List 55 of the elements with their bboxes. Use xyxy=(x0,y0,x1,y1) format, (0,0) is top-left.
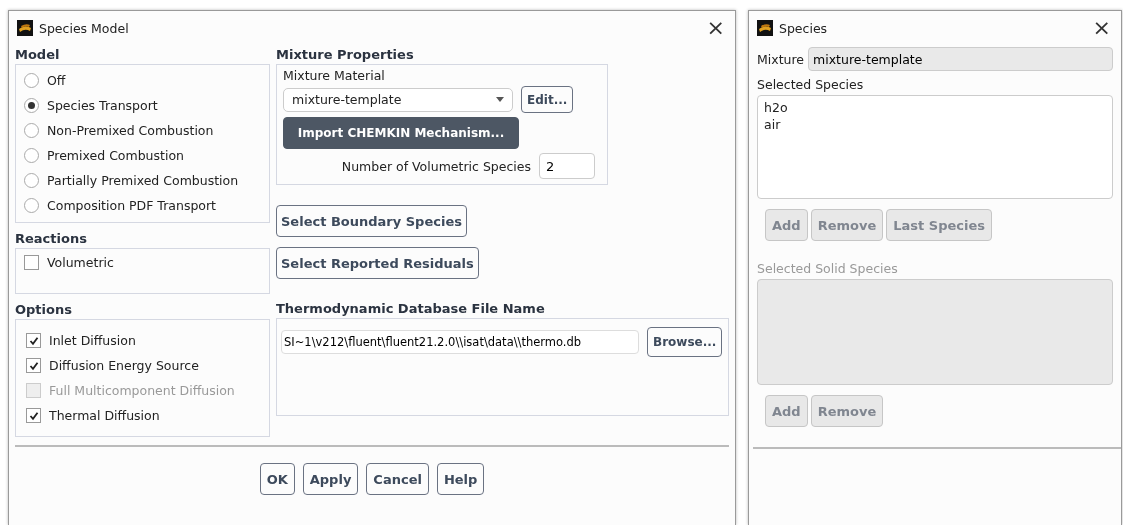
field-label: Mixture Material xyxy=(283,68,386,83)
field-label: Number of Volumetric Species xyxy=(341,158,531,174)
button[interactable]: Select Reported Residuals xyxy=(276,247,479,279)
radio-label: Premixed Combustion xyxy=(47,148,184,163)
radio-label: Off xyxy=(47,73,66,88)
radio-label: Species Transport xyxy=(47,98,158,113)
radio-label: Composition PDF Transport xyxy=(47,198,217,213)
button[interactable]: Select Boundary Species xyxy=(276,205,467,237)
radio-button[interactable] xyxy=(24,98,39,113)
field-label: Mixture xyxy=(757,51,805,67)
radio-button[interactable] xyxy=(24,123,39,138)
list-item[interactable]: h2o xyxy=(764,99,1106,116)
caret-icon xyxy=(496,97,504,102)
section-heading: Thermodynamic Database File Name xyxy=(276,301,546,316)
section-heading: Reactions xyxy=(15,231,88,246)
checkbox[interactable] xyxy=(26,408,41,423)
species-list[interactable] xyxy=(757,279,1113,385)
checkbox-label: Diffusion Energy Source xyxy=(49,358,199,373)
close-button[interactable]: × xyxy=(1090,17,1113,39)
button[interactable]: Edit... xyxy=(521,86,574,113)
checkbox[interactable] xyxy=(24,255,39,270)
radio-button[interactable] xyxy=(24,173,39,188)
list-label: Selected Species xyxy=(757,77,865,92)
window-title: Species Model xyxy=(39,20,130,36)
list-label: Selected Solid Species xyxy=(757,261,899,276)
mixture-field[interactable]: mixture-template xyxy=(808,47,1113,71)
number-field[interactable]: 2 xyxy=(539,153,595,179)
checkbox-label: Full Multicomponent Diffusion xyxy=(49,383,235,398)
button[interactable]: Cancel xyxy=(366,463,429,495)
checkbox-label: Volumetric xyxy=(47,255,114,270)
radio-label: Non-Premixed Combustion xyxy=(47,123,214,138)
import-button[interactable]: Import CHEMKIN Mechanism... xyxy=(283,117,519,149)
checkbox[interactable] xyxy=(26,333,41,348)
button[interactable]: Help xyxy=(436,463,485,495)
file-path-field[interactable]: SI~1\v212\fluent\fluent21.2.0\\isat\data\\thermo.db xyxy=(281,330,639,354)
radio-button[interactable] xyxy=(24,198,39,213)
section-heading: Options xyxy=(15,302,73,317)
app-logo-icon xyxy=(17,20,33,36)
section-heading: Model xyxy=(15,47,61,62)
species-list[interactable]: h2o air xyxy=(757,95,1113,199)
checkbox[interactable] xyxy=(26,358,41,373)
dropdown[interactable]: mixture-template xyxy=(283,87,513,112)
checkbox-label: Thermal Diffusion xyxy=(49,408,160,423)
list-item[interactable]: air xyxy=(764,116,1106,133)
button[interactable]: OK xyxy=(259,463,295,495)
radio-label: Partially Premixed Combustion xyxy=(47,173,239,188)
radio-button[interactable] xyxy=(24,73,39,88)
checkbox-label: Inlet Diffusion xyxy=(49,333,136,348)
close-button[interactable]: × xyxy=(704,17,727,39)
window-title: Species xyxy=(779,20,829,36)
section-heading: Mixture Properties xyxy=(276,47,415,62)
app-logo-icon xyxy=(757,20,773,36)
radio-button[interactable] xyxy=(24,148,39,163)
button[interactable]: Apply xyxy=(302,463,359,495)
button[interactable]: Browse... xyxy=(647,327,723,357)
